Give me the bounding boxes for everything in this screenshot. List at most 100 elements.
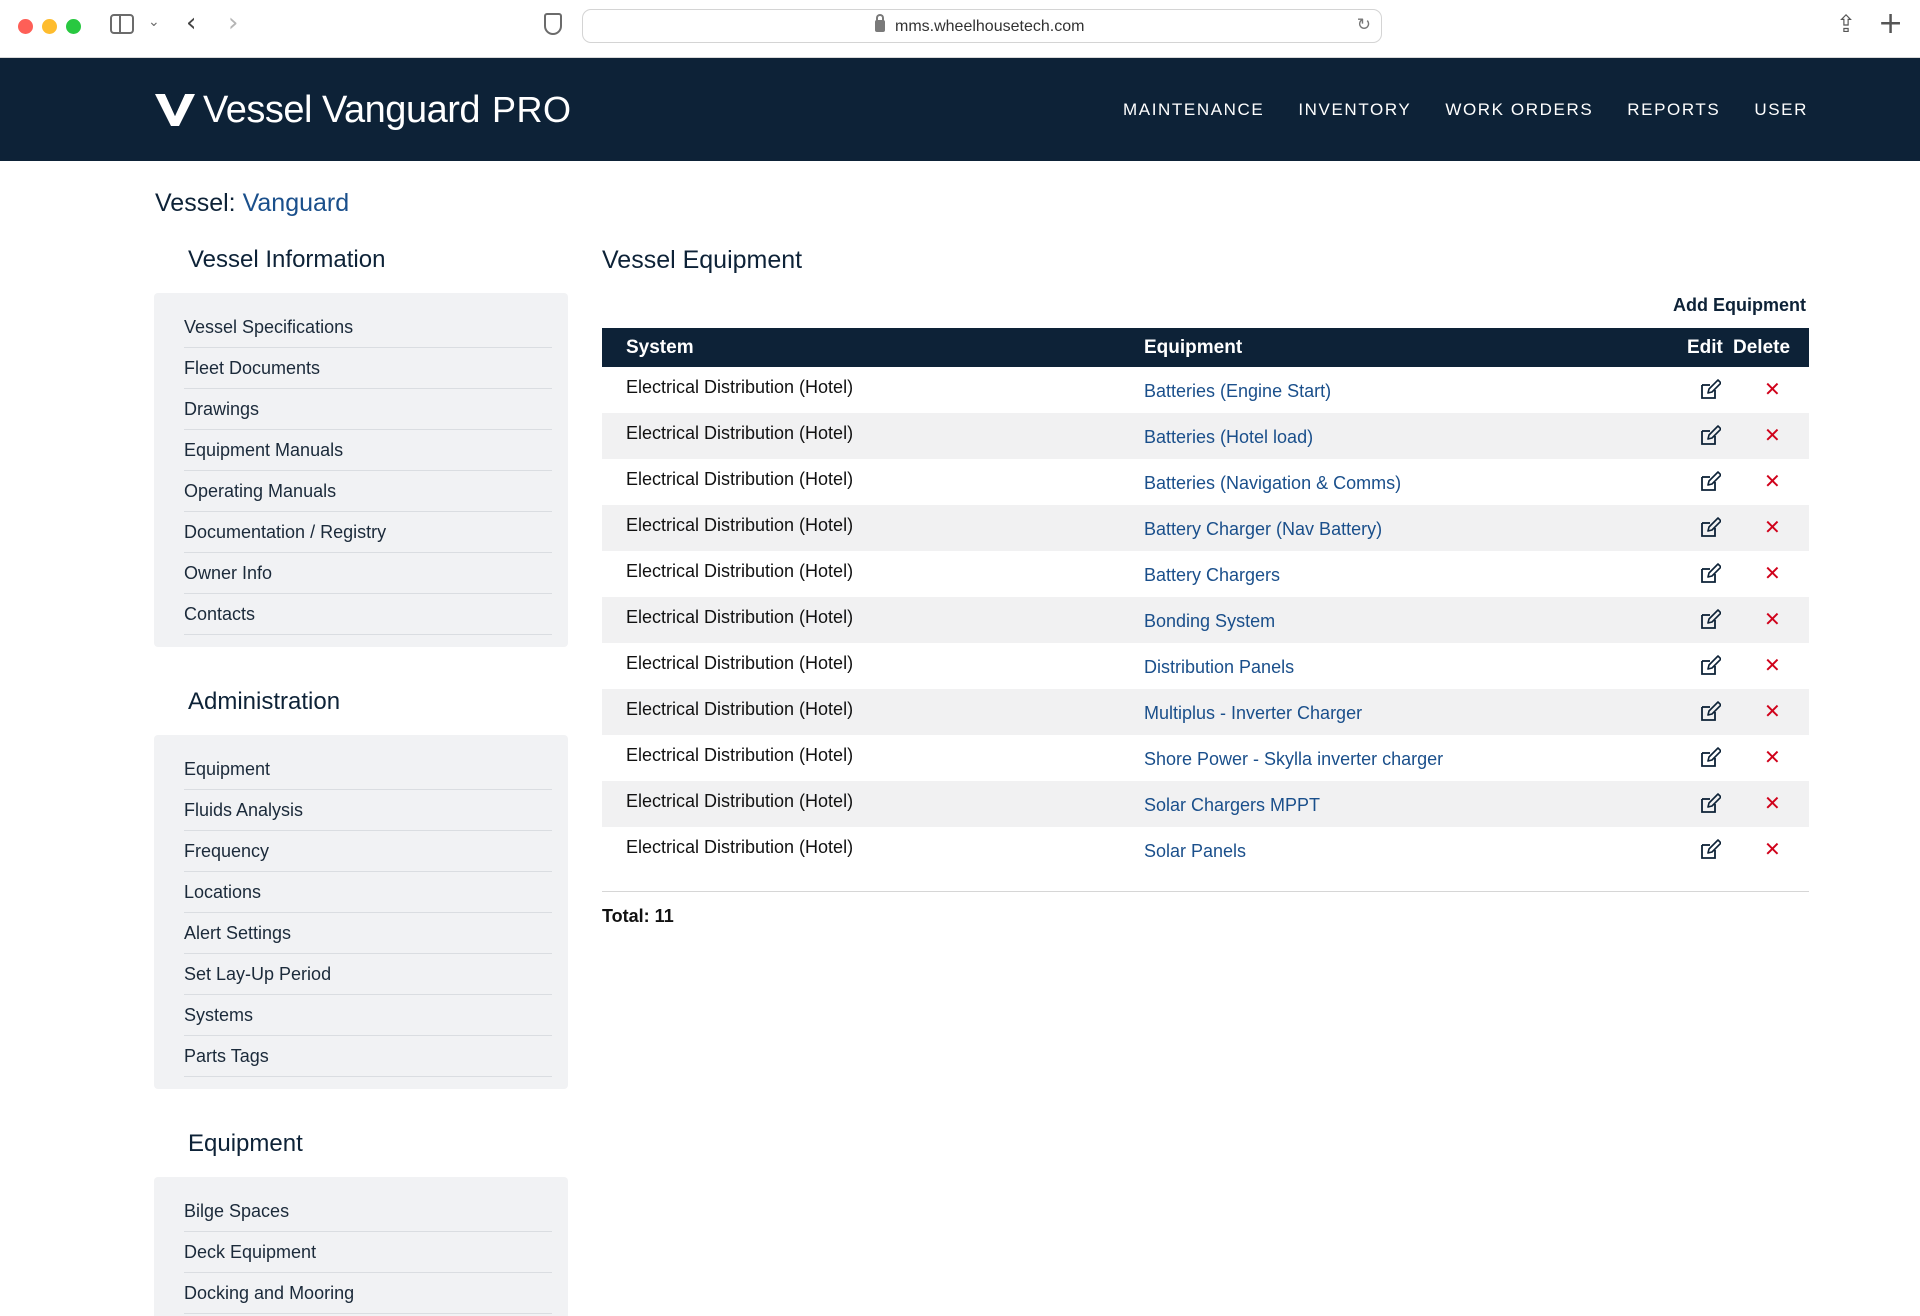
row-system: Electrical Distribution (Hotel) bbox=[626, 469, 854, 489]
delete-x-icon[interactable]: ✕ bbox=[1764, 837, 1781, 861]
row-system: Electrical Distribution (Hotel) bbox=[626, 837, 854, 857]
sidebar-item-set-lay-up-period[interactable]: Set Lay-Up Period bbox=[184, 954, 552, 995]
table-divider bbox=[602, 891, 1809, 892]
delete-x-icon[interactable]: ✕ bbox=[1764, 699, 1781, 723]
sidebar-item-drawings[interactable]: Drawings bbox=[184, 389, 552, 430]
sidebar-item-fleet-documents[interactable]: Fleet Documents bbox=[184, 348, 552, 389]
url-text: mms.wheelhousetech.com bbox=[895, 18, 1085, 35]
sidebar-item-deck-equipment[interactable]: Deck Equipment bbox=[184, 1232, 552, 1273]
nav-inventory[interactable]: INVENTORY bbox=[1298, 100, 1411, 120]
delete-x-icon[interactable]: ✕ bbox=[1764, 423, 1781, 447]
edit-icon[interactable] bbox=[1699, 701, 1722, 723]
row-system: Electrical Distribution (Hotel) bbox=[626, 699, 854, 719]
sidebar-item-contacts[interactable]: Contacts bbox=[184, 594, 552, 635]
row-equipment-link[interactable]: Solar Chargers MPPT bbox=[1144, 795, 1320, 816]
column-header-delete: Delete bbox=[1733, 337, 1791, 358]
row-system: Electrical Distribution (Hotel) bbox=[626, 607, 854, 627]
nav-work-orders[interactable]: WORK ORDERS bbox=[1445, 100, 1593, 120]
row-equipment-link[interactable]: Battery Charger (Nav Battery) bbox=[1144, 519, 1382, 540]
row-equipment-link[interactable]: Distribution Panels bbox=[1144, 657, 1294, 678]
minimize-window-button[interactable] bbox=[42, 19, 57, 34]
table-row: Electrical Distribution (Hotel) Batteries… bbox=[602, 367, 1809, 413]
edit-icon[interactable] bbox=[1699, 563, 1722, 585]
table-row: Electrical Distribution (Hotel) Bonding S… bbox=[602, 597, 1809, 643]
sidebar-item-equipment-manuals[interactable]: Equipment Manuals bbox=[184, 430, 552, 471]
zoom-window-button[interactable] bbox=[66, 19, 81, 34]
delete-x-icon[interactable]: ✕ bbox=[1764, 561, 1781, 585]
row-equipment-link[interactable]: Batteries (Engine Start) bbox=[1144, 381, 1331, 402]
sidebar-item-locations[interactable]: Locations bbox=[184, 872, 552, 913]
logo[interactable]: Vessel Vanguard PRO bbox=[155, 88, 572, 132]
back-arrow-icon[interactable]: ‹ bbox=[186, 8, 196, 38]
share-icon[interactable]: ⇪ bbox=[1836, 10, 1856, 38]
sidebar-item-documentation-registry[interactable]: Documentation / Registry bbox=[184, 512, 552, 553]
edit-icon[interactable] bbox=[1699, 609, 1722, 631]
address-bar[interactable]: mms.wheelhousetech.com ↻ bbox=[582, 9, 1382, 43]
row-equipment-link[interactable]: Solar Panels bbox=[1144, 841, 1246, 862]
delete-x-icon[interactable]: ✕ bbox=[1764, 745, 1781, 769]
column-header-edit: Edit bbox=[1687, 337, 1723, 358]
sidebar-heading-administration: Administration bbox=[188, 688, 341, 715]
table-row: Electrical Distribution (Hotel) Battery C… bbox=[602, 551, 1809, 597]
sidebar-panel-vessel-information: Vessel Specifications Fleet Documents Dr… bbox=[154, 293, 568, 647]
delete-x-icon[interactable]: ✕ bbox=[1764, 653, 1781, 677]
reload-icon[interactable]: ↻ bbox=[1357, 15, 1371, 35]
privacy-shield-icon[interactable] bbox=[544, 13, 562, 35]
sidebar-toggle-icon[interactable] bbox=[110, 14, 134, 34]
sidebar-item-frequency[interactable]: Frequency bbox=[184, 831, 552, 872]
table-row: Electrical Distribution (Hotel) Batteries… bbox=[602, 413, 1809, 459]
sidebar-item-equipment[interactable]: Equipment bbox=[184, 749, 552, 790]
vessel-label: Vessel: bbox=[155, 189, 236, 217]
row-equipment-link[interactable]: Batteries (Navigation & Comms) bbox=[1144, 473, 1401, 494]
table-row: Electrical Distribution (Hotel) Battery C… bbox=[602, 505, 1809, 551]
sidebar-item-bilge-spaces[interactable]: Bilge Spaces bbox=[184, 1191, 552, 1232]
edit-icon[interactable] bbox=[1699, 379, 1722, 401]
nav-maintenance[interactable]: MAINTENANCE bbox=[1123, 100, 1264, 120]
logo-suffix: PRO bbox=[492, 89, 572, 130]
vessel-name[interactable]: Vanguard bbox=[243, 189, 350, 217]
site-header: Vessel Vanguard PRO MAINTENANCE INVENTOR… bbox=[0, 58, 1920, 161]
sidebar-item-systems[interactable]: Systems bbox=[184, 995, 552, 1036]
nav-reports[interactable]: REPORTS bbox=[1627, 100, 1720, 120]
nav-user[interactable]: USER bbox=[1754, 100, 1808, 120]
row-equipment-link[interactable]: Bonding System bbox=[1144, 611, 1275, 632]
edit-icon[interactable] bbox=[1699, 517, 1722, 539]
edit-icon[interactable] bbox=[1699, 793, 1722, 815]
row-system: Electrical Distribution (Hotel) bbox=[626, 653, 854, 673]
close-window-button[interactable] bbox=[18, 19, 33, 34]
sidebar-heading-vessel-information: Vessel Information bbox=[188, 246, 386, 273]
table-body: Electrical Distribution (Hotel) Batteries… bbox=[602, 367, 1809, 873]
delete-x-icon[interactable]: ✕ bbox=[1764, 377, 1781, 401]
forward-arrow-icon[interactable]: › bbox=[228, 8, 238, 38]
edit-icon[interactable] bbox=[1699, 471, 1722, 493]
new-tab-icon[interactable]: + bbox=[1878, 6, 1903, 41]
total-count: Total: 11 bbox=[602, 906, 674, 927]
equipment-table: System Equipment Edit Delete Electrical … bbox=[602, 328, 1809, 873]
edit-icon[interactable] bbox=[1699, 655, 1722, 677]
row-equipment-link[interactable]: Battery Chargers bbox=[1144, 565, 1280, 586]
edit-icon[interactable] bbox=[1699, 839, 1722, 861]
row-equipment-link[interactable]: Batteries (Hotel load) bbox=[1144, 427, 1313, 448]
table-row: Electrical Distribution (Hotel) Distribut… bbox=[602, 643, 1809, 689]
delete-x-icon[interactable]: ✕ bbox=[1764, 607, 1781, 631]
sidebar-item-docking-and-mooring[interactable]: Docking and Mooring bbox=[184, 1273, 552, 1314]
sidebar-item-vessel-specifications[interactable]: Vessel Specifications bbox=[184, 307, 552, 348]
row-equipment-link[interactable]: Multiplus - Inverter Charger bbox=[1144, 703, 1362, 724]
sidebar-item-owner-info[interactable]: Owner Info bbox=[184, 553, 552, 594]
row-equipment-link[interactable]: Shore Power - Skylla inverter charger bbox=[1144, 749, 1443, 770]
sidebar-item-parts-tags[interactable]: Parts Tags bbox=[184, 1036, 552, 1077]
delete-x-icon[interactable]: ✕ bbox=[1764, 791, 1781, 815]
sidebar-item-fluids-analysis[interactable]: Fluids Analysis bbox=[184, 790, 552, 831]
sidebar-item-alert-settings[interactable]: Alert Settings bbox=[184, 913, 552, 954]
edit-icon[interactable] bbox=[1699, 747, 1722, 769]
sidebar-heading-equipment: Equipment bbox=[188, 1130, 303, 1157]
vessel-title: Vessel: Vanguard bbox=[155, 189, 349, 218]
add-equipment-link[interactable]: Add Equipment bbox=[1673, 295, 1806, 316]
total-value: 11 bbox=[654, 906, 674, 926]
chevron-down-icon[interactable]: ⌄ bbox=[148, 14, 160, 30]
row-system: Electrical Distribution (Hotel) bbox=[626, 745, 854, 765]
edit-icon[interactable] bbox=[1699, 425, 1722, 447]
sidebar-item-operating-manuals[interactable]: Operating Manuals bbox=[184, 471, 552, 512]
delete-x-icon[interactable]: ✕ bbox=[1764, 515, 1781, 539]
delete-x-icon[interactable]: ✕ bbox=[1764, 469, 1781, 493]
